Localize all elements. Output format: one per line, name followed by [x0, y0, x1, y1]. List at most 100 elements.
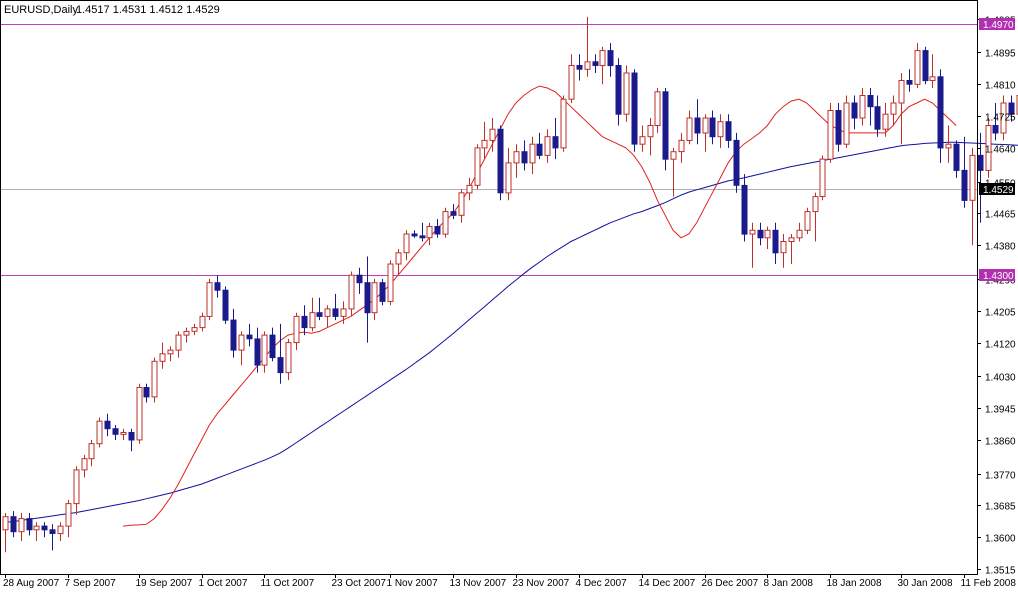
- candle-body-up: [88, 443, 95, 460]
- candle-body-down: [364, 282, 371, 314]
- candle: [631, 69, 638, 152]
- candle-body-up: [348, 274, 355, 310]
- candle: [843, 95, 850, 148]
- candle: [214, 275, 221, 298]
- candle: [757, 222, 764, 246]
- x-tick-label: 8 Jan 2008: [764, 578, 814, 589]
- candle: [788, 234, 795, 264]
- x-tick-label: 23 Oct 2007: [332, 578, 387, 589]
- candle: [521, 140, 528, 171]
- candle-body-down: [222, 289, 229, 321]
- candle: [804, 207, 811, 234]
- candle-body-up: [544, 136, 551, 156]
- candle-body-up: [560, 98, 567, 149]
- candle-body-down: [254, 338, 261, 366]
- candle-body-down: [332, 308, 339, 317]
- candle: [906, 69, 913, 92]
- x-tick-label: 7 Sep 2007: [65, 578, 117, 589]
- candle-body-down: [552, 136, 559, 149]
- candle-body-up: [584, 61, 591, 70]
- candle-body-up: [780, 241, 787, 254]
- candle: [96, 417, 103, 448]
- candle-body-up: [623, 72, 630, 115]
- candle-body-up: [466, 184, 473, 194]
- candle-body-up: [513, 151, 520, 164]
- y-tick-label: 1.3600: [985, 534, 1016, 545]
- candle: [749, 222, 756, 268]
- candle: [922, 46, 929, 85]
- candle-body-up: [890, 102, 897, 115]
- candle-body-down: [10, 516, 17, 533]
- candle: [481, 121, 488, 160]
- candle-body-up: [599, 50, 606, 67]
- candle-body-down: [434, 226, 441, 235]
- candle-body-up: [191, 327, 198, 332]
- candle-body-up: [159, 353, 166, 362]
- candle: [812, 192, 819, 242]
- x-tick-label: 11 Feb 2008: [961, 578, 1017, 589]
- candle: [395, 249, 402, 276]
- y-tick-label: 1.4640: [985, 145, 1016, 156]
- symbol-label: EURUSD,Daily: [4, 4, 78, 16]
- candle-body-up: [151, 360, 158, 398]
- candle: [874, 95, 881, 137]
- candle-body-down: [301, 315, 308, 329]
- candle-body-up: [819, 158, 826, 198]
- candle: [552, 118, 559, 160]
- candle-body-up: [827, 110, 834, 160]
- candle: [859, 88, 866, 126]
- candle: [348, 271, 355, 317]
- y-tick-label: 1.4725: [985, 113, 1016, 124]
- candle: [702, 114, 709, 152]
- candle-body-up: [81, 458, 88, 471]
- candle-body-down: [143, 387, 150, 398]
- candle-body-up: [2, 516, 9, 531]
- candle: [81, 454, 88, 478]
- candle-body-down: [214, 282, 221, 291]
- candle: [269, 327, 276, 362]
- candle-body-down: [497, 128, 504, 194]
- candle: [199, 312, 206, 332]
- candle-body-down: [906, 80, 913, 85]
- candle: [159, 342, 166, 369]
- chart-window[interactable]: 1.49851.48951.48101.47251.46401.45501.44…: [0, 0, 1018, 591]
- candle-body-down: [662, 91, 669, 160]
- candle: [261, 331, 268, 373]
- y-tick-label: 1.3945: [985, 405, 1016, 416]
- candle: [254, 327, 261, 373]
- candle: [647, 118, 654, 156]
- candle-body-up: [639, 136, 646, 145]
- candle-body-up: [206, 282, 213, 317]
- candle: [293, 312, 300, 351]
- y-tick-label: 1.3860: [985, 437, 1016, 448]
- candle-body-up: [285, 342, 292, 374]
- candle: [458, 189, 465, 223]
- candle: [151, 357, 158, 403]
- candle-body-up: [929, 76, 936, 82]
- candle: [324, 305, 331, 328]
- price-chart[interactable]: 1.49851.48951.48101.47251.46401.45501.44…: [0, 0, 1018, 591]
- y-tick-label: 1.4380: [985, 242, 1016, 253]
- candle: [33, 522, 40, 541]
- candle-body-up: [945, 143, 952, 149]
- candle-body-down: [851, 102, 858, 119]
- candle: [969, 147, 976, 246]
- candle-body-up: [882, 113, 889, 130]
- candle-body-up: [426, 226, 433, 239]
- candle-body-up: [812, 196, 819, 213]
- candle-body-up: [568, 65, 575, 100]
- candle-body-down: [379, 282, 386, 302]
- candle: [411, 230, 418, 238]
- candle: [686, 110, 693, 145]
- y-tick-label: 1.4810: [985, 81, 1016, 92]
- candle: [592, 54, 599, 73]
- candle-body-up: [898, 80, 905, 104]
- candle-body-up: [489, 128, 496, 141]
- candle: [584, 16, 591, 77]
- x-tick-label: 1 Oct 2007: [199, 578, 248, 589]
- candle: [57, 522, 64, 541]
- candle-body-up: [309, 312, 316, 329]
- level-label: 1.4300: [983, 271, 1014, 282]
- candle-body-down: [607, 50, 614, 67]
- candle: [18, 513, 25, 541]
